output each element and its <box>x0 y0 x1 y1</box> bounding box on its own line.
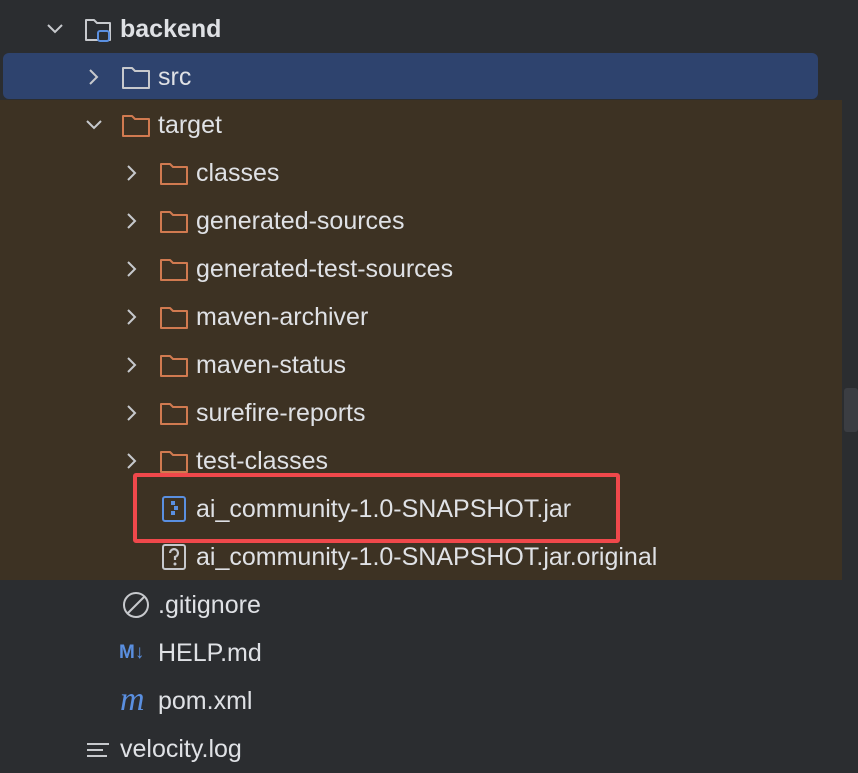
chevron-right-icon[interactable] <box>122 307 142 327</box>
tree-item-velocity-log[interactable]: velocity.log <box>0 725 858 773</box>
tree-item-label: classes <box>196 159 280 187</box>
tree-item-label: test-classes <box>196 447 328 475</box>
project-tree: backend src target classes generated-sou… <box>0 0 858 763</box>
markdown-icon: M↓ <box>119 642 145 663</box>
tree-item-backend[interactable]: backend <box>0 5 858 53</box>
tree-item-generated-test-sources[interactable]: generated-test-sources <box>0 245 858 293</box>
chevron-down-icon[interactable] <box>45 19 65 39</box>
chevron-right-icon[interactable] <box>122 403 142 423</box>
excluded-folder-icon <box>160 307 188 329</box>
chevron-right-icon[interactable] <box>122 211 142 231</box>
tree-item-label: generated-sources <box>196 207 405 235</box>
chevron-right-icon[interactable] <box>122 163 142 183</box>
chevron-right-icon[interactable] <box>122 451 142 471</box>
tree-item-label: velocity.log <box>120 735 242 763</box>
chevron-down-icon[interactable] <box>84 115 104 135</box>
tree-item-label: .gitignore <box>158 591 261 619</box>
unknown-file-icon <box>162 544 186 570</box>
tree-item-label: HELP.md <box>158 639 262 667</box>
tree-item-label: generated-test-sources <box>196 255 454 283</box>
excluded-folder-icon <box>160 211 188 233</box>
tree-item-label: surefire-reports <box>196 399 366 427</box>
tree-item-label: src <box>158 63 192 91</box>
folder-icon <box>122 67 150 89</box>
tree-item-help-md[interactable]: M↓ HELP.md <box>0 629 858 677</box>
tree-item-target[interactable]: target <box>0 101 858 149</box>
excluded-folder-icon <box>160 355 188 377</box>
excluded-folder-icon <box>160 259 188 281</box>
tree-item-label: target <box>158 111 222 139</box>
excluded-folder-icon <box>160 451 188 473</box>
annotation-highlight-box <box>133 473 620 543</box>
tree-item-classes[interactable]: classes <box>0 149 858 197</box>
scrollbar-thumb[interactable] <box>844 388 858 432</box>
tree-item-src[interactable]: src <box>0 53 858 101</box>
chevron-right-icon[interactable] <box>84 67 104 87</box>
module-folder-icon <box>85 19 111 42</box>
maven-icon: m <box>120 681 145 718</box>
tree-item-surefire-reports[interactable]: surefire-reports <box>0 389 858 437</box>
excluded-folder-icon <box>160 163 188 185</box>
tree-item-maven-status[interactable]: maven-status <box>0 341 858 389</box>
tree-item-label: ai_community-1.0-SNAPSHOT.jar.original <box>196 543 658 571</box>
tree-item-gitignore[interactable]: .gitignore <box>0 581 858 629</box>
tree-item-pom-xml[interactable]: m pom.xml <box>0 677 858 725</box>
tree-item-maven-archiver[interactable]: maven-archiver <box>0 293 858 341</box>
chevron-right-icon[interactable] <box>122 259 142 279</box>
tree-item-label: maven-status <box>196 351 347 379</box>
tree-item-label: maven-archiver <box>196 303 369 331</box>
tree-item-label: pom.xml <box>158 687 253 715</box>
excluded-folder-icon <box>122 115 150 137</box>
chevron-right-icon[interactable] <box>122 355 142 375</box>
tree-item-label: backend <box>120 15 222 43</box>
excluded-folder-icon <box>160 403 188 425</box>
text-file-icon <box>87 743 109 757</box>
tree-item-generated-sources[interactable]: generated-sources <box>0 197 858 245</box>
ignore-icon <box>123 592 149 618</box>
